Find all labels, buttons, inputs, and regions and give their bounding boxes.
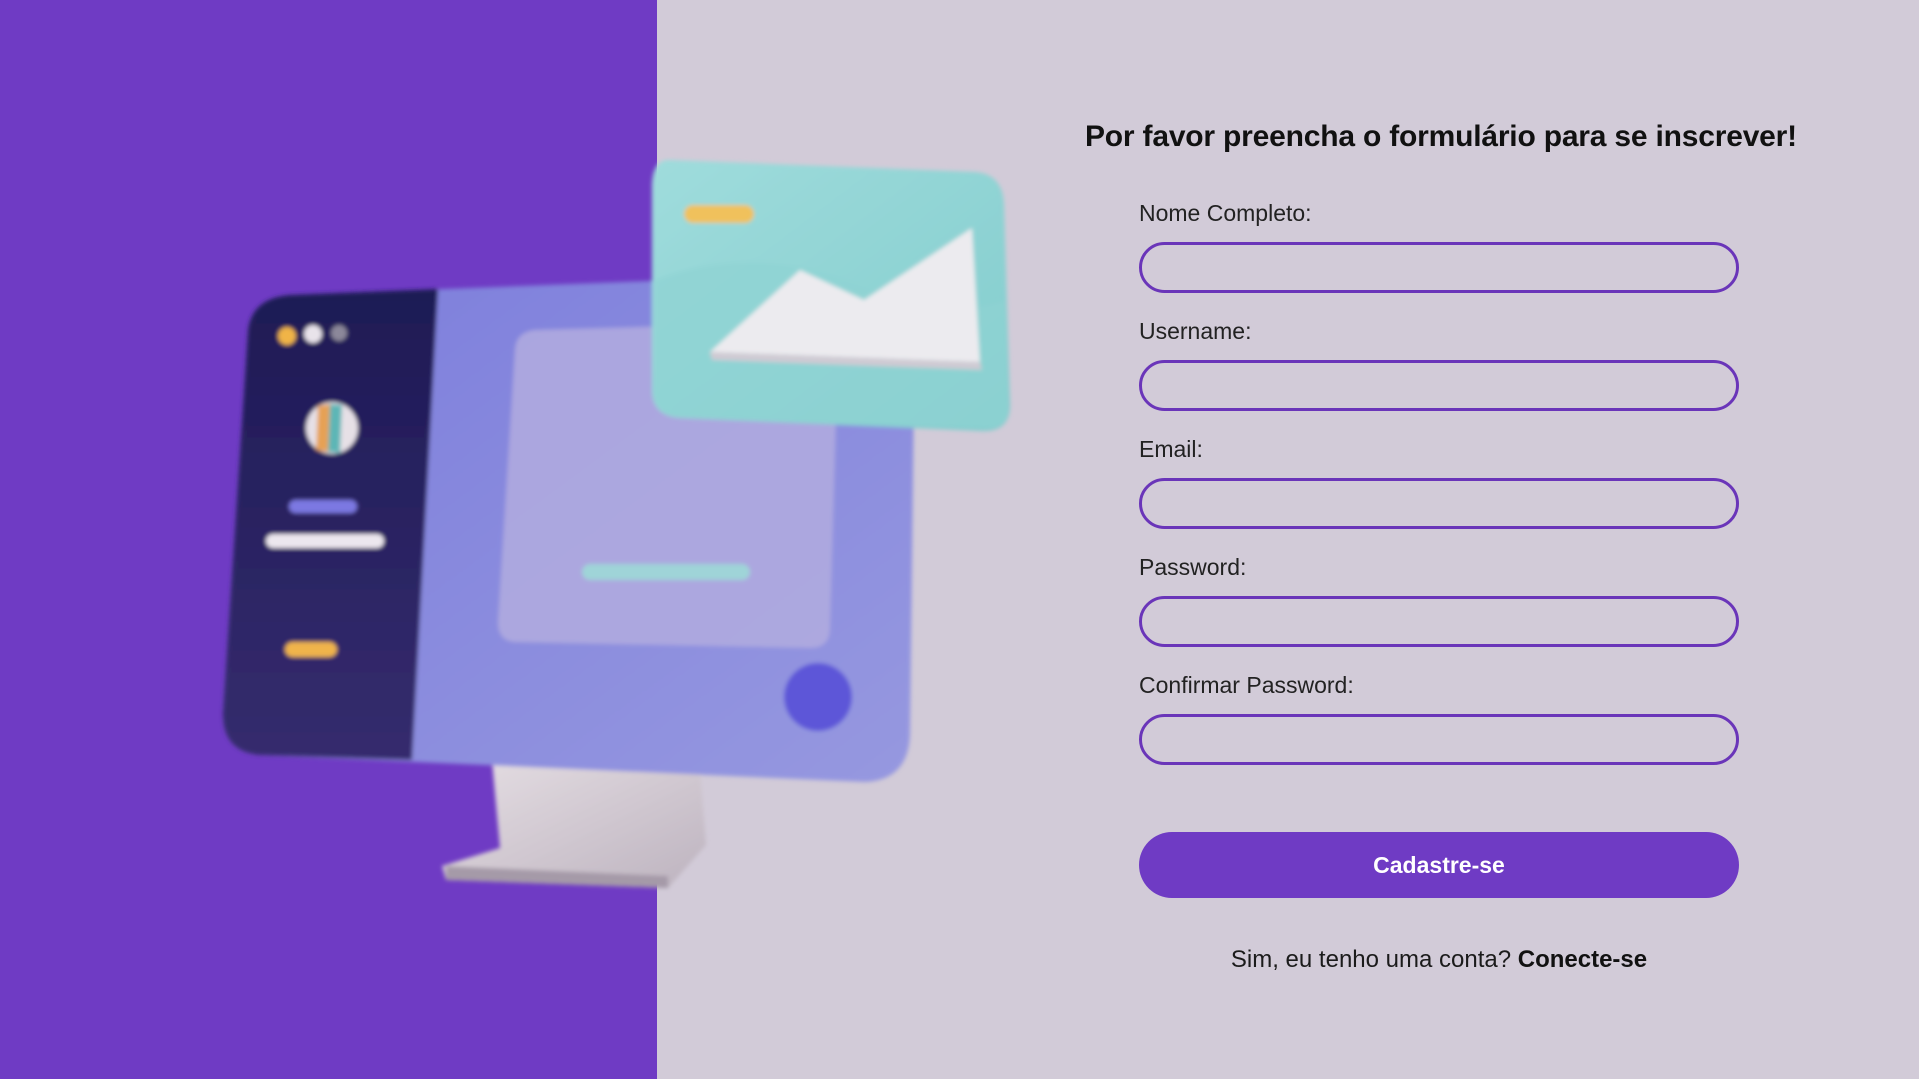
confirm-password-label: Confirmar Password: — [1139, 672, 1354, 698]
signup-form: Por favor preencha o formulário para se … — [1085, 120, 1797, 765]
login-prompt-text: Sim, eu tenho uma conta? — [1230, 946, 1512, 973]
username-input[interactable] — [1139, 360, 1739, 411]
login-link[interactable]: Conecte-se — [1518, 946, 1647, 973]
form-fields: Nome Completo: Username: Email: Password… — [1139, 198, 1739, 788]
username-label: Username: — [1139, 318, 1252, 344]
full-name-input[interactable] — [1139, 242, 1739, 293]
email-input[interactable] — [1139, 478, 1739, 529]
login-prompt-line: Sim, eu tenho uma conta? Conecte-se — [1139, 946, 1739, 974]
password-label: Password: — [1139, 554, 1247, 580]
signup-button[interactable]: Cadastre-se — [1139, 832, 1739, 898]
form-title: Por favor preencha o formulário para se … — [1085, 120, 1797, 153]
email-label: Email: — [1139, 436, 1203, 462]
full-name-label: Nome Completo: — [1139, 200, 1312, 226]
left-panel — [0, 0, 657, 1079]
password-input[interactable] — [1139, 596, 1739, 647]
confirm-password-input[interactable] — [1139, 714, 1739, 765]
